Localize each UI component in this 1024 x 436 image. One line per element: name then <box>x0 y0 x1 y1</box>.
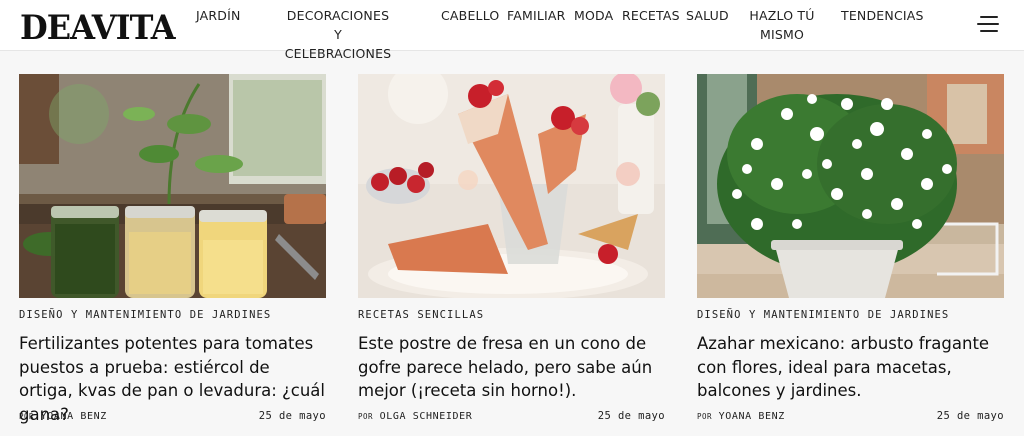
article-image[interactable] <box>19 74 326 298</box>
nav-item-cabello[interactable]: CABELLO <box>441 6 499 25</box>
byline-prefix: POR <box>697 412 713 421</box>
article-byline: POR YOANA BENZ <box>697 411 785 422</box>
article-title[interactable]: Este postre de fresa en un cono de gofre… <box>358 332 665 403</box>
nav-item-decoraciones[interactable]: DECORACIONES Y CELEBRACIONES <box>284 6 392 63</box>
nav-item-salud[interactable]: SALUD <box>686 6 729 25</box>
nav-item-hazlo-tu-mismo[interactable]: HAZLO TÚ MISMO <box>748 6 816 44</box>
byline-prefix: POR <box>358 412 374 421</box>
article-image[interactable] <box>358 74 665 298</box>
hamburger-menu-icon[interactable] <box>977 14 1001 34</box>
article-date: 25 de mayo <box>258 410 326 422</box>
article-date: 25 de mayo <box>936 410 1004 422</box>
article-date: 25 de mayo <box>597 410 665 422</box>
byline-prefix: POR <box>19 412 35 421</box>
article-author[interactable]: YOANA BENZ <box>41 411 107 422</box>
nav-item-recetas[interactable]: RECETAS <box>622 6 680 25</box>
nav-item-jardin[interactable]: JARDÍN <box>196 6 241 25</box>
article-category[interactable]: DISEÑO Y MANTENIMIENTO DE JARDINES <box>19 309 271 321</box>
article-category[interactable]: RECETAS SENCILLAS <box>358 309 484 321</box>
article-category[interactable]: DISEÑO Y MANTENIMIENTO DE JARDINES <box>697 309 949 321</box>
nav-item-familiar[interactable]: FAMILIAR <box>507 6 566 25</box>
article-author[interactable]: OLGA SCHNEIDER <box>380 411 473 422</box>
main-nav: JARDÍN DECORACIONES Y CELEBRACIONES CABE… <box>0 0 1024 61</box>
article-image[interactable] <box>697 74 1004 298</box>
article-title[interactable]: Azahar mexicano: arbusto fragante con fl… <box>697 332 1004 403</box>
article-byline: POR OLGA SCHNEIDER <box>358 411 472 422</box>
article-byline: POR YOANA BENZ <box>19 411 107 422</box>
article-author[interactable]: YOANA BENZ <box>719 411 785 422</box>
nav-item-moda[interactable]: MODA <box>574 6 613 25</box>
site-header: DEAVITA JARDÍN DECORACIONES Y CELEBRACIO… <box>0 0 1024 61</box>
nav-item-tendencias[interactable]: TENDENCIAS <box>841 6 924 25</box>
